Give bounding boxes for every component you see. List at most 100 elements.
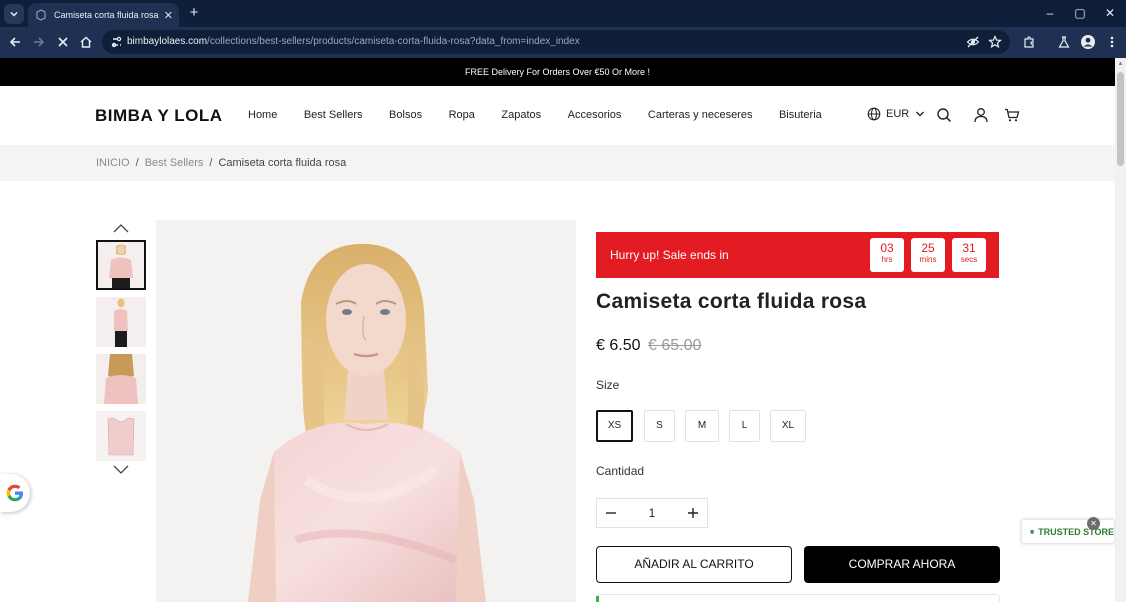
account-icon <box>1081 35 1095 49</box>
announcement-bar: FREE Delivery For Orders Over €50 Or Mor… <box>0 58 1115 86</box>
maximize-button[interactable]: ▢ <box>1070 4 1090 22</box>
url-text: bimbaylolaes.com/collections/best-seller… <box>127 36 580 47</box>
tab-search-button[interactable] <box>4 4 24 24</box>
arrow-left-icon <box>9 37 20 47</box>
breadcrumb-home-link[interactable]: INICIO <box>96 157 130 169</box>
add-to-cart-button[interactable]: AÑADIR AL CARRITO <box>596 546 792 583</box>
size-option-l[interactable]: L <box>729 410 760 442</box>
search-icon[interactable] <box>936 107 952 123</box>
forward-button[interactable] <box>30 33 48 51</box>
url-domain: bimbaylolaes.com <box>127 36 208 47</box>
main-navigation: Home Best Sellers Bolsos Ropa Zapatos Ac… <box>248 109 848 121</box>
site-info-icon[interactable] <box>110 35 124 49</box>
quantity-value[interactable]: 1 <box>637 506 667 520</box>
countdown-seconds-value: 31 <box>962 241 976 255</box>
thumbnails-down-arrow-icon[interactable] <box>112 464 130 476</box>
address-bar[interactable]: bimbaylolaes.com/collections/best-seller… <box>102 30 1010 54</box>
size-option-s[interactable]: S <box>644 410 675 442</box>
quantity-label: Cantidad <box>596 464 645 478</box>
brand-logo[interactable]: BIMBA Y LOLA <box>95 106 223 126</box>
stop-loading-button[interactable] <box>54 33 72 51</box>
breadcrumb-separator: / <box>209 157 213 169</box>
user-icon[interactable] <box>973 107 989 123</box>
currency-selector[interactable]: EUR <box>867 107 925 121</box>
product-price: € 6.50 <box>596 337 641 354</box>
site-header: BIMBA Y LOLA Home Best Sellers Bolsos Ro… <box>0 86 1115 145</box>
puzzle-icon <box>1024 36 1034 48</box>
breadcrumb-bar: INICIO / Best Sellers / Camiseta corta fluid… <box>0 145 1115 181</box>
thumbnail-back[interactable] <box>96 354 146 404</box>
sale-countdown-label: Hurry up! Sale ends in <box>610 248 729 262</box>
home-icon <box>80 36 92 48</box>
thumbnail-side[interactable] <box>96 297 146 347</box>
thumbnail-side-image <box>96 297 146 347</box>
breadcrumb: INICIO / Best Sellers / Camiseta corta fluid… <box>96 157 346 169</box>
countdown-minutes: 25 mins <box>911 238 945 272</box>
trusted-store-label: TRUSTED STORE <box>1038 526 1114 537</box>
size-option-xs[interactable]: XS <box>596 410 633 442</box>
nav-item-zapatos[interactable]: Zapatos <box>501 109 541 121</box>
thumbnail-back-image <box>96 354 146 404</box>
countdown-minutes-value: 25 <box>921 241 935 255</box>
sale-countdown-banner: Hurry up! Sale ends in 03 hrs 25 mins 31… <box>596 232 999 278</box>
breadcrumb-separator: / <box>135 157 139 169</box>
page-scrollbar[interactable]: ▲ <box>1115 58 1126 602</box>
nav-item-best-sellers[interactable]: Best Sellers <box>304 109 363 121</box>
home-button[interactable] <box>77 33 95 51</box>
countdown-seconds-unit: secs <box>960 255 978 264</box>
window-close-button[interactable]: ✕ <box>1100 4 1120 22</box>
google-reviews-badge[interactable] <box>0 474 30 512</box>
labs-button[interactable] <box>1055 33 1073 51</box>
size-label: Size <box>596 378 620 392</box>
size-option-xl[interactable]: XL <box>770 410 806 442</box>
shield-check-icon <box>1030 529 1034 534</box>
buy-now-button[interactable]: COMPRAR AHORA <box>804 546 1000 583</box>
thumbnail-flat[interactable] <box>96 411 146 461</box>
nav-item-home[interactable]: Home <box>248 109 277 121</box>
minus-icon <box>606 512 616 514</box>
quantity-increase-button[interactable] <box>685 505 701 521</box>
eye-off-icon[interactable] <box>966 35 980 49</box>
trusted-store-close-button[interactable]: ✕ <box>1087 517 1100 530</box>
size-option-m[interactable]: M <box>685 410 719 442</box>
new-tab-button[interactable]: + <box>186 4 202 22</box>
flask-icon <box>1058 36 1070 48</box>
cart-icon[interactable] <box>1004 107 1020 123</box>
nav-item-accesorios[interactable]: Accesorios <box>568 109 622 121</box>
thumbnail-front-image <box>98 242 144 288</box>
currency-label: EUR <box>886 108 910 120</box>
google-logo-icon <box>6 484 23 502</box>
nav-item-bisuteria[interactable]: Bisuteria <box>779 109 822 121</box>
nav-item-bolsos[interactable]: Bolsos <box>389 109 422 121</box>
breadcrumb-category-link[interactable]: Best Sellers <box>145 157 204 169</box>
nav-item-ropa[interactable]: Ropa <box>449 109 475 121</box>
scroll-up-arrow-icon[interactable]: ▲ <box>1117 61 1124 67</box>
thumbnails-up-arrow-icon[interactable] <box>112 222 130 234</box>
browser-tab-active[interactable]: Camiseta corta fluida rosa ✕ <box>28 3 179 27</box>
breadcrumb-current: Camiseta corta fluida rosa <box>218 157 347 169</box>
product-main-image[interactable] <box>156 220 576 602</box>
browser-menu-button[interactable] <box>1103 33 1121 51</box>
quantity-decrease-button[interactable] <box>603 505 619 521</box>
minimize-button[interactable]: – <box>1040 4 1060 22</box>
free-shipping-progress <box>596 594 1000 602</box>
extensions-button[interactable] <box>1020 33 1038 51</box>
profile-button[interactable] <box>1079 33 1097 51</box>
countdown-minutes-unit: mins <box>919 255 937 264</box>
back-button[interactable] <box>6 33 24 51</box>
web-page: FREE Delivery For Orders Over €50 Or Mor… <box>0 58 1115 602</box>
url-path: /collections/best-sellers/products/camis… <box>207 36 580 47</box>
globe-icon <box>867 107 881 121</box>
countdown-seconds: 31 secs <box>952 238 986 272</box>
browser-toolbar: bimbaylolaes.com/collections/best-seller… <box>0 27 1126 58</box>
trusted-store-badge[interactable]: TRUSTED STORE <box>1021 519 1115 544</box>
countdown-hours-value: 03 <box>880 241 894 255</box>
countdown-hours: 03 hrs <box>870 238 904 272</box>
nav-item-carteras[interactable]: Carteras y neceseres <box>648 109 753 121</box>
bookmark-star-icon[interactable] <box>988 35 1002 49</box>
site-favicon-icon <box>34 8 48 22</box>
tab-close-icon[interactable]: ✕ <box>164 9 173 22</box>
thumbnail-front[interactable] <box>96 240 146 290</box>
countdown-hours-unit: hrs <box>881 255 893 264</box>
scrollbar-thumb[interactable] <box>1117 72 1124 166</box>
